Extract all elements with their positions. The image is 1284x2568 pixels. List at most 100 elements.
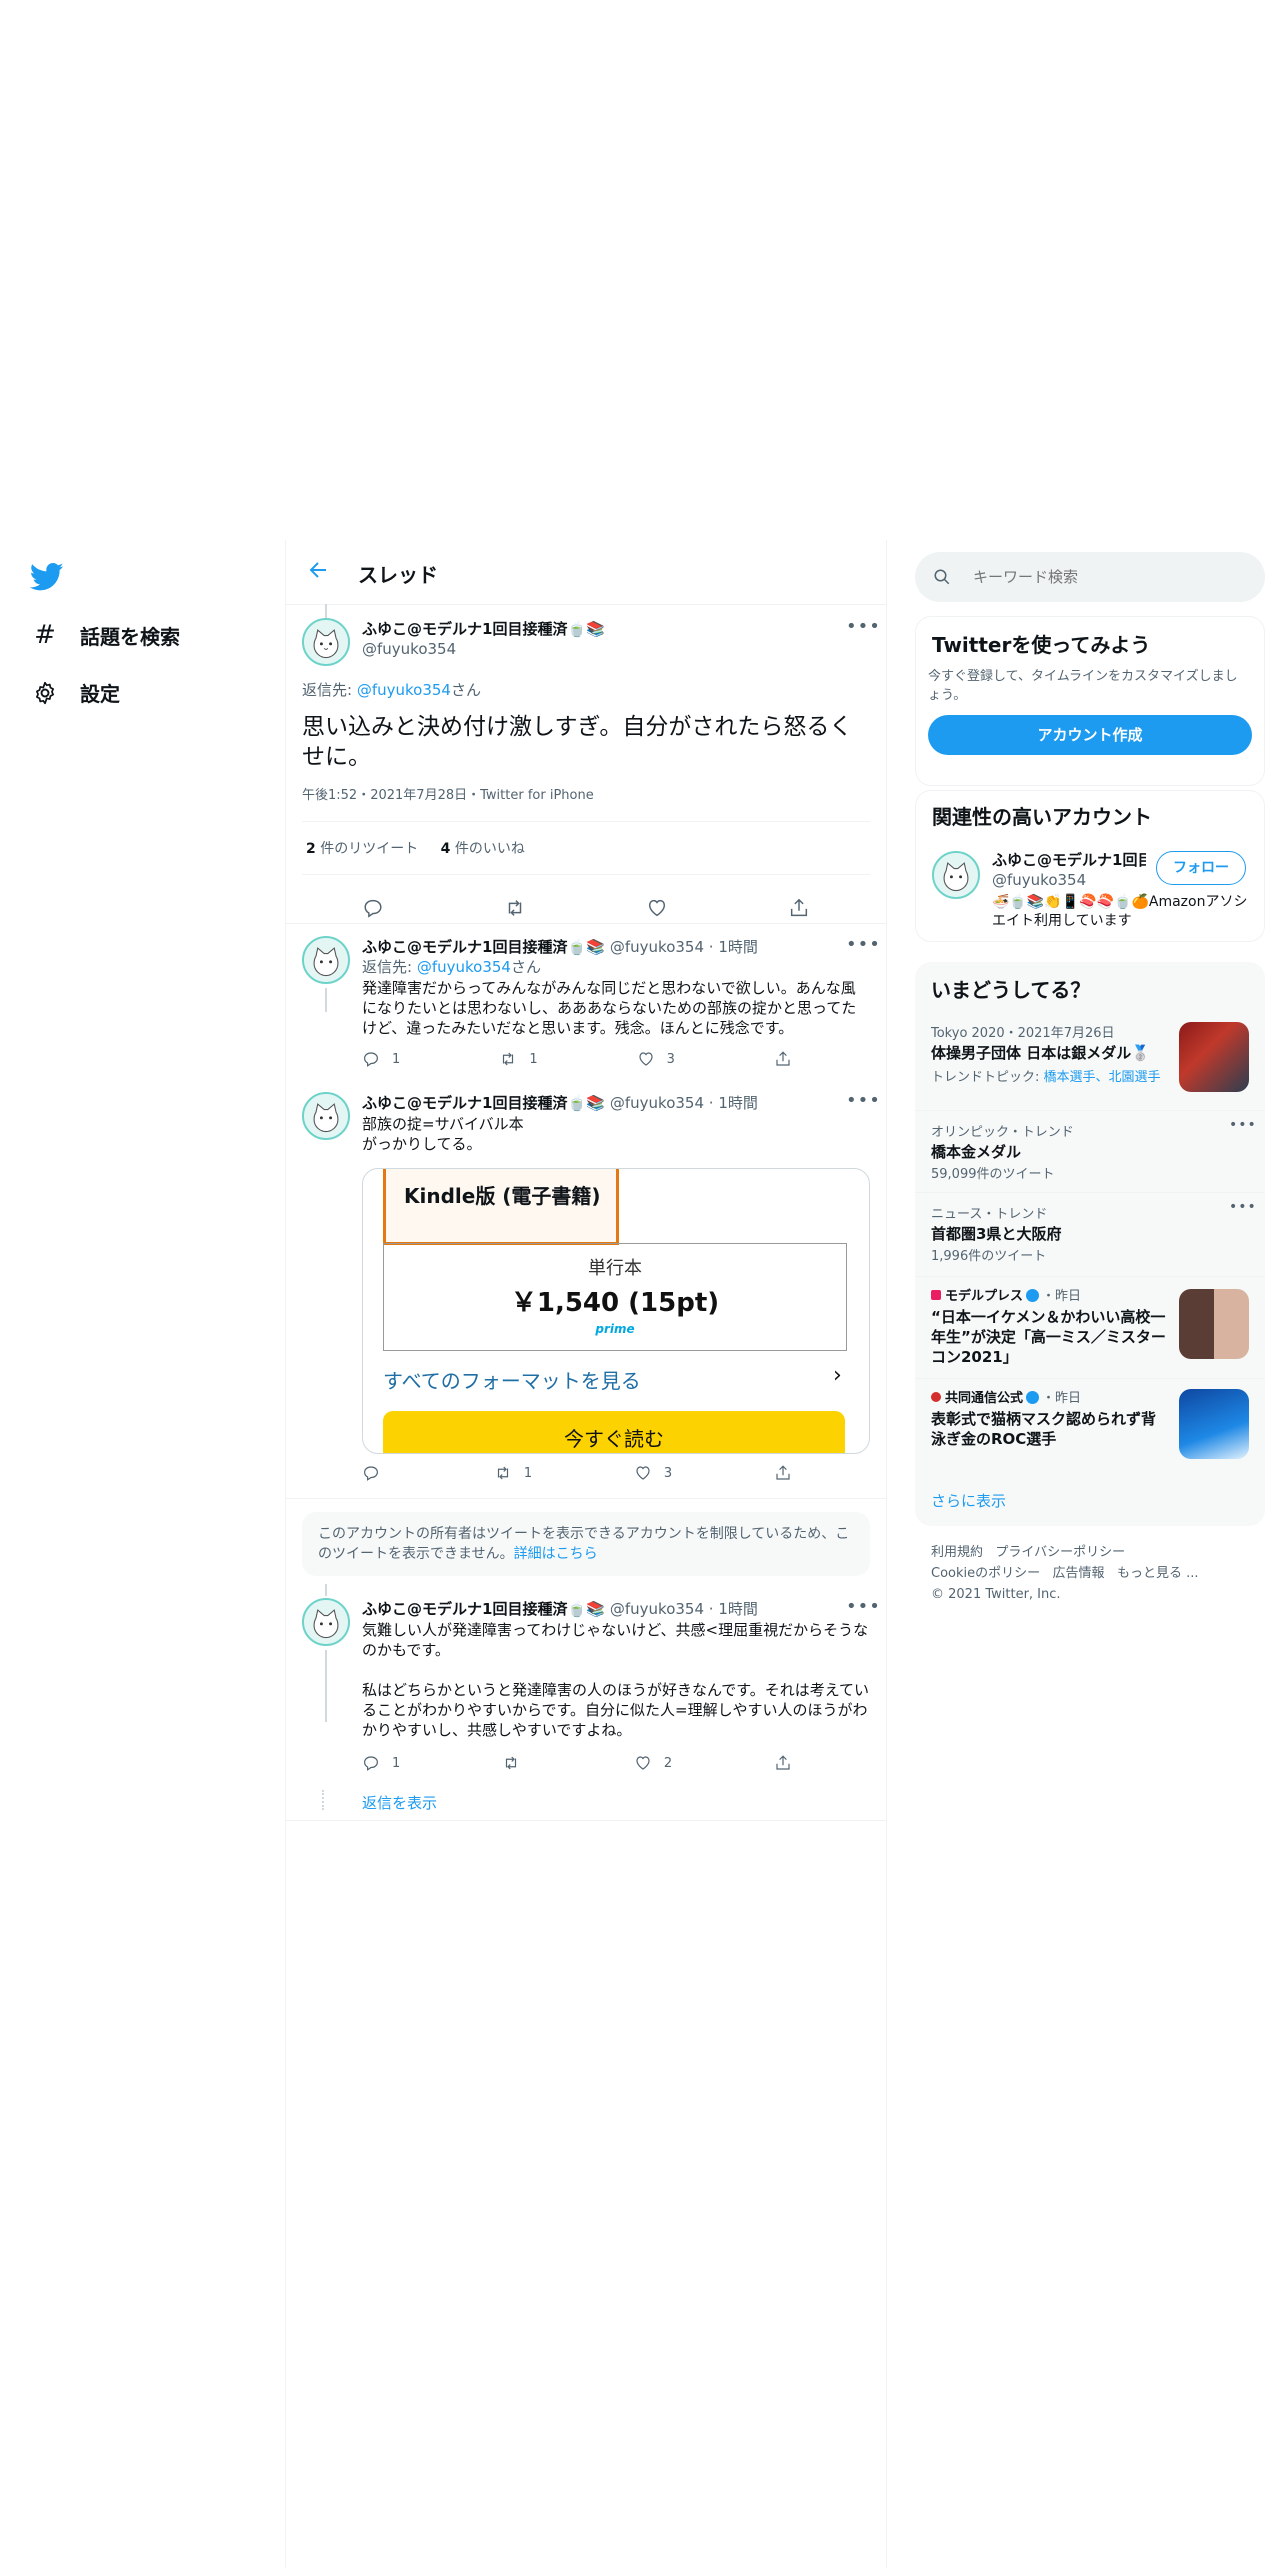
footer-link-cookies[interactable]: Cookieのポリシー	[931, 1566, 1040, 1581]
share-action[interactable]	[774, 1464, 792, 1482]
tweet-text: 気難しい人が発達障害ってわけじゃないけど、共感<理屈重視だからそうなのかもです。	[362, 1621, 869, 1659]
more-options-icon[interactable]: •••	[846, 616, 881, 637]
tweet-time[interactable]: 1時間	[718, 938, 758, 956]
cat-avatar-icon	[304, 620, 348, 664]
reply-to-link[interactable]: @fuyuko354	[417, 958, 511, 976]
show-more-link[interactable]: さらに表示	[931, 1490, 1006, 1511]
reply-action[interactable]: 1	[362, 1050, 400, 1068]
like-action[interactable]: 2	[634, 1754, 672, 1772]
more-options-icon[interactable]: •••	[1229, 1199, 1257, 1215]
like-count: 3	[666, 1051, 675, 1067]
tweet-time[interactable]: 1時間	[718, 1600, 758, 1618]
reply-to-link[interactable]: @fuyuko354	[357, 681, 451, 699]
avatar[interactable]	[302, 618, 350, 666]
trend-item[interactable]: オリンピック・トレンド 橋本金メダル 59,099件のツイート •••	[915, 1110, 1265, 1183]
trend-item[interactable]: ニュース・トレンド 首都圏3県と大阪府 1,996件のツイート •••	[915, 1192, 1265, 1265]
footer-link-terms[interactable]: 利用規約	[931, 1545, 983, 1560]
tweet-author-handle[interactable]: @fuyuko354	[362, 640, 456, 658]
search-box[interactable]	[915, 552, 1265, 602]
retweet-action[interactable]	[502, 1754, 532, 1772]
trend-tweet-count: 1,996件のツイート	[931, 1249, 1047, 1264]
page-title: スレッド	[358, 563, 438, 587]
twitter-logo-icon[interactable]	[30, 562, 64, 592]
prime-badge: prime	[595, 1322, 635, 1336]
tweet-actions: 1 2	[362, 1754, 792, 1772]
nav-settings[interactable]: 設定	[32, 678, 120, 707]
tweet-author-name[interactable]: ふゆこ@モデルナ1回目接種済🍵📚	[362, 1600, 605, 1618]
show-replies-link[interactable]: 返信を表示	[362, 1792, 437, 1813]
news-source-line: 共同通信公式 ・昨日	[931, 1387, 1081, 1406]
news-source: 共同通信公式	[945, 1391, 1024, 1406]
reply-to-prefix: 返信先:	[362, 958, 417, 976]
thread-connector	[325, 1650, 327, 1722]
trend-thumbnail	[1179, 1022, 1249, 1092]
tweet-time[interactable]: 1時間	[718, 1094, 758, 1112]
avatar[interactable]	[932, 851, 980, 899]
news-source-icon	[931, 1290, 941, 1300]
more-options-icon[interactable]: •••	[846, 1090, 881, 1111]
tweet-author-handle[interactable]: @fuyuko354	[610, 938, 704, 956]
tweet-author-handle[interactable]: @fuyuko354	[610, 1094, 704, 1112]
nav-explore[interactable]: # 話題を検索	[32, 620, 180, 650]
like-action[interactable]: 3	[634, 1464, 672, 1482]
retweet-icon[interactable]	[504, 897, 526, 919]
tweet-header: ふゆこ@モデルナ1回目接種済🍵📚 @fuyuko354 · 1時間	[362, 1598, 758, 1619]
retweet-action[interactable]: 1	[494, 1464, 532, 1482]
tweet-time-separator: ·	[704, 938, 719, 956]
link-card-image[interactable]: Kindle版 (電子書籍) 単行本 ￥1,540 (15pt) prime す…	[362, 1168, 870, 1454]
reply-icon[interactable]	[362, 897, 384, 919]
tweet-timestamp[interactable]: 午後1:52・2021年7月28日・Twitter for iPhone	[302, 784, 594, 803]
avatar[interactable]	[302, 1598, 350, 1646]
kindle-label: Kindle版 (電子書籍)	[404, 1184, 601, 1208]
thread-column: スレッド ふゆこ@モデルナ1回目接種済🍵📚 @fuyuko354 ••• 返信先…	[285, 540, 887, 2568]
back-arrow-icon[interactable]	[306, 558, 330, 582]
like-action[interactable]: 3	[637, 1050, 675, 1068]
share-icon[interactable]	[788, 897, 810, 919]
news-item[interactable]: モデルプレス ・昨日 “日本一イケメン＆かわいい高校一年生”が決定「高一ミス／ミス…	[915, 1276, 1265, 1373]
footer-link-more[interactable]: もっと見る ...	[1117, 1566, 1199, 1581]
read-now-label: 今すぐ読む	[564, 1427, 664, 1451]
create-account-button[interactable]: アカウント作成	[928, 715, 1252, 755]
tweet-text: 発達障害だからってみんながみんな同じだと思わないで欲しい。あんな風になりたいとは…	[362, 979, 857, 1037]
like-icon	[636, 1466, 650, 1480]
footer-link-ads[interactable]: 広告情報	[1053, 1566, 1105, 1581]
like-stat[interactable]: 4 件のいいね	[441, 841, 525, 857]
tweet-author-name[interactable]: ふゆこ@モデルナ1回目接種済🍵📚	[362, 938, 605, 956]
retweet-stat[interactable]: 2 件のリツイート	[306, 841, 418, 857]
search-input[interactable]	[971, 564, 1245, 590]
tweet-date: 2021年7月28日	[370, 788, 468, 803]
all-formats-link: すべてのフォーマットを見る	[383, 1369, 641, 1393]
news-item[interactable]: 共同通信公式 ・昨日 表彰式で猫柄マスク認められず背泳ぎ金のROC選手	[915, 1378, 1265, 1469]
signup-title: Twitterを使ってみよう	[932, 633, 1151, 657]
trend-item[interactable]: Tokyo 2020・2021年7月26日 体操男子団体 日本は銀メダル🥈 トレ…	[915, 1018, 1265, 1102]
share-action[interactable]	[774, 1754, 792, 1772]
more-options-icon[interactable]: •••	[1229, 1117, 1257, 1133]
related-account-name[interactable]: ふゆこ@モデルナ1回目	[992, 849, 1146, 870]
avatar[interactable]	[302, 936, 350, 984]
retweet-action[interactable]: 1	[499, 1050, 538, 1068]
signup-panel: Twitterを使ってみよう 今すぐ登録して、タイムラインをカスタマイズしましょ…	[915, 616, 1265, 786]
footer-link-privacy[interactable]: プライバシーポリシー	[995, 1545, 1125, 1560]
follow-button[interactable]: フォロー	[1156, 851, 1246, 885]
tweet-author-handle[interactable]: @fuyuko354	[610, 1600, 704, 1618]
reply-action[interactable]: 1	[362, 1754, 400, 1772]
share-action[interactable]	[774, 1050, 792, 1068]
tweet-author-name[interactable]: ふゆこ@モデルナ1回目接種済🍵📚	[362, 1094, 605, 1112]
reply-action[interactable]	[362, 1464, 392, 1482]
tweet-text: 私はどちらかというと発達障害の人のほうが好きなんです。それは考えていることがわか…	[362, 1681, 870, 1739]
trend-topic-line: トレンドトピック: 橋本選手、北園選手	[931, 1066, 1161, 1085]
tweet-author-name[interactable]: ふゆこ@モデルナ1回目接種済🍵📚	[362, 618, 605, 639]
avatar[interactable]	[302, 1092, 350, 1140]
like-icon[interactable]	[646, 897, 668, 919]
thread-connector	[325, 1584, 327, 1596]
more-options-icon[interactable]: •••	[846, 934, 881, 955]
thread-connector	[325, 988, 327, 1012]
more-options-icon[interactable]: •••	[846, 1596, 881, 1617]
tweet-header: ふゆこ@モデルナ1回目接種済🍵📚 @fuyuko354 · 1時間	[362, 1092, 758, 1113]
learn-more-link[interactable]: 詳細はこちら	[514, 1546, 598, 1562]
reply-to-suffix: さん	[510, 958, 541, 976]
related-account-handle[interactable]: @fuyuko354	[992, 871, 1086, 889]
news-headline: 表彰式で猫柄マスク認められず背泳ぎ金のROC選手	[931, 1410, 1157, 1448]
trend-name: 首都圏3県と大阪府	[931, 1225, 1062, 1243]
trend-topic-links[interactable]: 橋本選手、北園選手	[1044, 1070, 1161, 1085]
